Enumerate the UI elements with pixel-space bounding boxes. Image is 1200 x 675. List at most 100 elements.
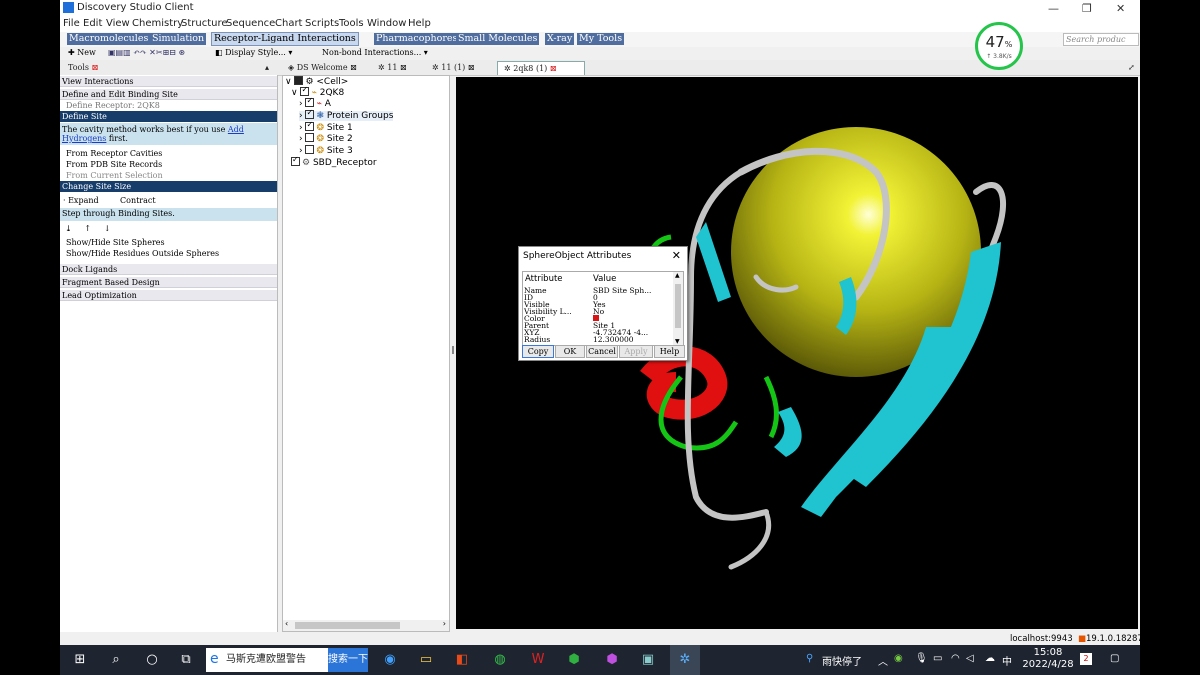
system-clock[interactable]: 15:08 2022/4/28 (1020, 647, 1076, 671)
search-products-input[interactable]: Search produc (1063, 33, 1139, 46)
menu-sequence[interactable]: Sequence (226, 18, 275, 29)
ok-button[interactable]: OK (555, 345, 585, 358)
expand-link[interactable]: · Expand (63, 196, 99, 205)
app-icon-generic[interactable]: ▣ (636, 645, 660, 675)
module-receptor-ligand[interactable]: Receptor-Ligand Interactions (211, 32, 359, 46)
scroll-down-icon[interactable]: ▼ (675, 338, 680, 345)
close-button[interactable]: ✕ (1116, 2, 1125, 15)
menu-view[interactable]: View (106, 18, 130, 29)
nonbond-dropdown[interactable]: Non-bond Interactions... ▾ (322, 48, 428, 57)
attributes-scrollbar[interactable]: ▲ ▼ (673, 272, 683, 345)
windows-start-icon[interactable]: ⊞ (68, 645, 92, 675)
tray-app-icon[interactable]: ◉ (894, 653, 903, 664)
menu-chart[interactable]: Chart (275, 18, 302, 29)
menu-tools[interactable]: Tools (339, 18, 364, 29)
menu-file[interactable]: File (63, 18, 80, 29)
section-lead-optimization[interactable]: Lead Optimization (60, 290, 277, 301)
chem3d-icon[interactable]: ⬢ (600, 645, 624, 675)
menu-help[interactable]: Help (408, 18, 431, 29)
from-pdb-site-records-link[interactable]: From PDB Site Records (66, 160, 162, 169)
tray-weather-text[interactable]: 雨快停了 (822, 653, 862, 668)
battery-icon[interactable]: ▭ (933, 653, 942, 664)
pin-icon[interactable]: ▴ (265, 61, 269, 74)
search-icon[interactable]: ⌕ (104, 645, 128, 675)
tree-cell[interactable]: ∨ ⚙ <Cell> (285, 76, 348, 87)
file-explorer-icon[interactable]: ▭ (414, 645, 438, 675)
action-center-icon[interactable]: ▢ (1110, 653, 1119, 664)
from-current-selection-link[interactable]: From Current Selection (66, 171, 163, 180)
checkbox[interactable] (305, 108, 315, 119)
section-change-site-size[interactable]: Change Site Size (60, 181, 277, 192)
tree-site-3[interactable]: › ❂ Site 3 (299, 145, 353, 156)
microphone-icon[interactable]: 🎙 (915, 653, 928, 664)
chemdraw-icon[interactable]: ⬢ (562, 645, 586, 675)
apply-button[interactable]: Apply (619, 345, 653, 358)
module-small-molecules[interactable]: Small Molecules (456, 33, 540, 45)
dialog-close-icon[interactable]: ✕ (672, 249, 681, 262)
step-buttons[interactable]: ⤓ ↑ ↓ (65, 224, 111, 233)
checkbox[interactable] (305, 133, 315, 142)
cancel-button[interactable]: Cancel (586, 345, 618, 358)
cortana-icon[interactable]: ○ (140, 645, 164, 675)
taskbar-search-box[interactable]: 马斯克遭欧盟警告 (206, 648, 328, 672)
restore-button[interactable]: ❐ (1082, 2, 1092, 15)
minimize-button[interactable]: — (1048, 2, 1059, 15)
checkbox[interactable] (305, 96, 315, 107)
show-hide-residues-link[interactable]: Show/Hide Residues Outside Spheres (66, 249, 219, 258)
value-name[interactable]: SBD Site Sph... (593, 287, 651, 295)
scroll-left-icon[interactable]: ‹ (285, 619, 288, 628)
section-define-edit-site[interactable]: Define and Edit Binding Site (60, 89, 277, 100)
scroll-thumb[interactable] (675, 284, 681, 328)
scroll-right-icon[interactable]: › (443, 619, 446, 628)
show-hide-spheres-link[interactable]: Show/Hide Site Spheres (66, 238, 165, 247)
contract-link[interactable]: Contract (120, 196, 156, 205)
value-visibility-locked[interactable]: No (593, 308, 604, 316)
tree-chain-a[interactable]: › ⌁ A (299, 96, 331, 109)
module-pharmacophores[interactable]: Pharmacophores (374, 33, 460, 45)
value-radius[interactable]: 12.300000 (593, 336, 634, 344)
wps-icon[interactable]: W (526, 645, 550, 675)
module-macromolecules[interactable]: Macromolecules (67, 33, 151, 45)
copy-button[interactable]: Copy (522, 345, 554, 358)
menu-window[interactable]: Window (367, 18, 406, 29)
tree-sbd-receptor[interactable]: ⚙ SBD_Receptor (291, 155, 377, 168)
tab-11-1[interactable]: ✲ 11 (1) ⊠ (432, 61, 475, 74)
checkbox[interactable] (294, 76, 304, 85)
tree-2qk8[interactable]: ∨ ⌁ 2QK8 (291, 85, 344, 98)
wifi-icon[interactable]: ◠ (951, 653, 960, 664)
tab-ds-welcome[interactable]: ◈ DS Welcome ⊠ (288, 61, 357, 74)
module-xray[interactable]: X-ray (545, 33, 575, 45)
taskbar-search-button[interactable]: 搜索一下 (328, 648, 368, 672)
menu-structure[interactable]: Structure (181, 18, 228, 29)
section-view-interactions[interactable]: View Interactions (60, 76, 277, 87)
define-receptor-link[interactable]: Define Receptor: 2QK8 (66, 101, 160, 110)
volume-icon[interactable]: ◁ (966, 653, 974, 664)
module-simulation[interactable]: Simulation (150, 33, 207, 45)
task-view-icon[interactable]: ⧉ (174, 645, 198, 675)
notification-badge[interactable]: 2 (1080, 653, 1092, 665)
tab-11[interactable]: ✲ 11 ⊠ (378, 61, 407, 74)
display-style-dropdown[interactable]: ◧ Display Style... ▾ (215, 48, 292, 57)
tree-site-1[interactable]: › ❂ Site 1 (299, 120, 353, 133)
tree-site-2[interactable]: › ❂ Site 2 (299, 133, 353, 144)
menu-edit[interactable]: Edit (83, 18, 102, 29)
checkbox[interactable] (305, 145, 315, 154)
section-dock-ligands[interactable]: Dock Ligands (60, 264, 277, 275)
office-icon[interactable]: ◧ (450, 645, 474, 675)
checkbox[interactable] (305, 120, 315, 131)
discovery-studio-taskbar-icon[interactable]: ✲ (670, 645, 700, 675)
new-button[interactable]: ✚ New (68, 48, 96, 57)
menu-chemistry[interactable]: Chemistry (132, 18, 183, 29)
browser-green-icon[interactable]: ◍ (488, 645, 512, 675)
tray-chevron-icon[interactable]: ︿ (878, 653, 888, 668)
section-fragment-design[interactable]: Fragment Based Design (60, 277, 277, 288)
scroll-thumb[interactable] (295, 622, 400, 629)
module-my-tools[interactable]: My Tools (577, 33, 625, 45)
close-icon[interactable]: ⊠ (92, 63, 99, 72)
cloud-icon[interactable]: ☁ (985, 653, 995, 664)
section-define-site[interactable]: Define Site (60, 111, 277, 122)
ime-indicator[interactable]: 中 (1002, 653, 1012, 668)
help-button[interactable]: Help (654, 345, 685, 358)
tab-2qk8-1[interactable]: ✲ 2qk8 (1) ⊠ (497, 61, 585, 75)
toolbar-icons[interactable]: ▣▤▥ ↶↷ ✕✂⊞⊟ ⊛ (108, 48, 185, 57)
